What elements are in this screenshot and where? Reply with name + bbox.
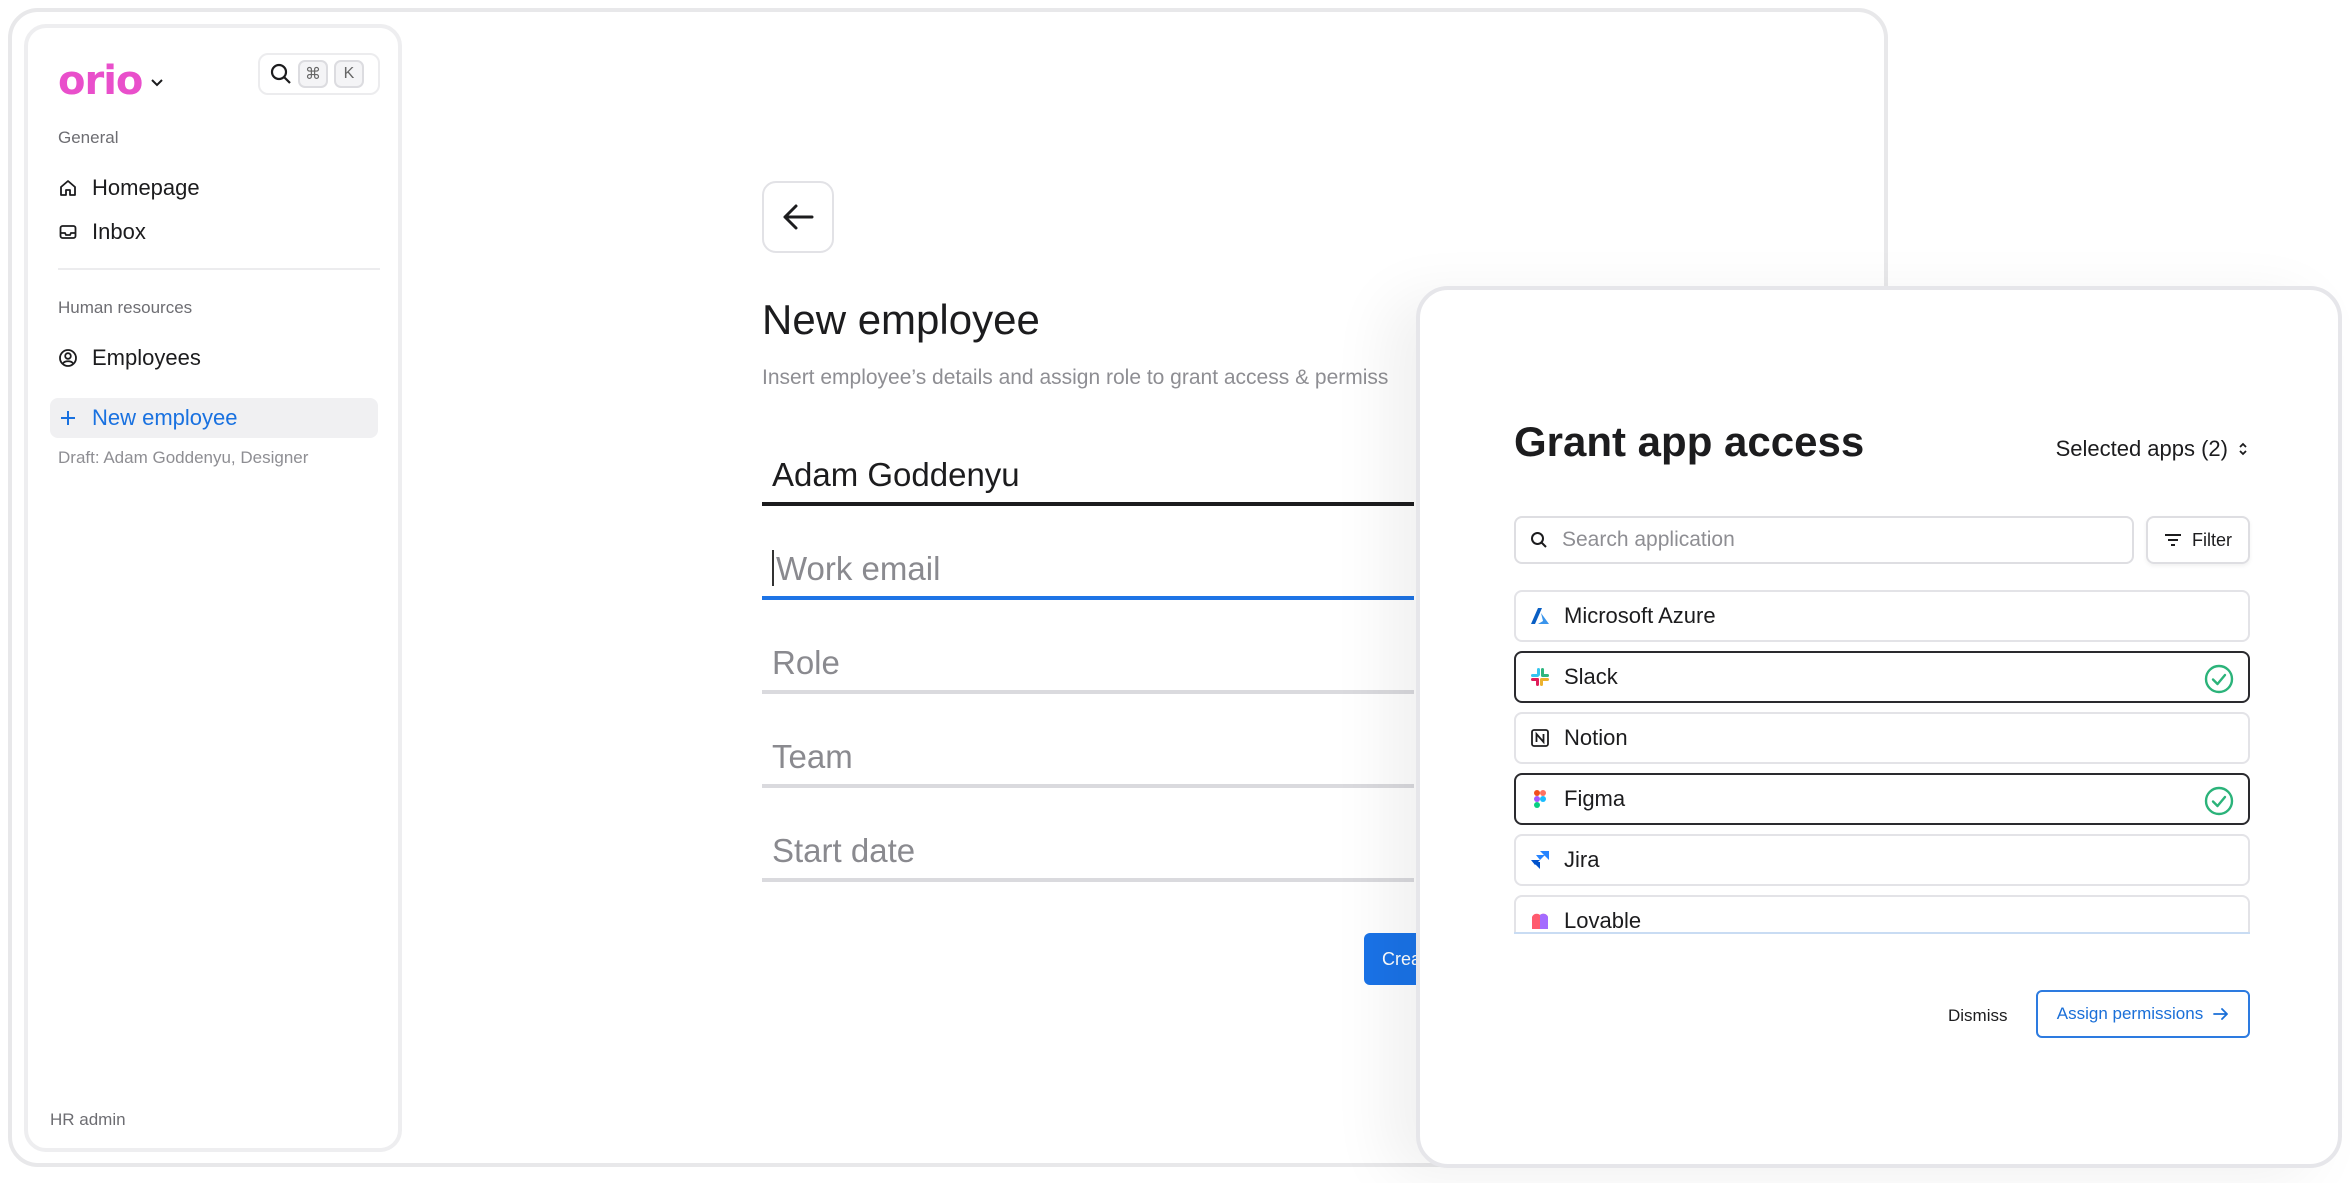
page-subtitle: Insert employee’s details and assign rol… [762,366,1389,389]
app-logo: orio [58,58,143,104]
section-label-human-resources: Human resources [58,298,193,317]
shortcut-key-cmd: ⌘ [298,60,328,88]
sidebar-item-label: New employee [92,405,238,430]
check-circle-icon [2204,786,2234,816]
arrow-left-icon [783,204,814,230]
app-name: Figma [1564,786,1626,811]
app-search-placeholder: Search application [1562,528,1735,551]
work-email-field[interactable]: Work email [762,540,1414,600]
app-name: Lovable [1564,908,1642,933]
search-icon [270,63,291,84]
app-row-microsoft-azure[interactable]: Microsoft Azure [1514,590,2250,642]
grant-app-access-modal: Grant app access Selected apps (2) Searc… [1416,286,2342,1168]
team-placeholder: Team [772,738,853,775]
sidebar-item-employees[interactable]: Employees [50,338,378,378]
sidebar-divider [58,268,380,270]
modal-title: Grant app access [1514,418,1865,465]
sidebar-item-label: Employees [92,345,201,370]
section-label-general: General [58,128,119,147]
assign-permissions-label: Assign permissions [2056,1004,2204,1023]
role-placeholder: Role [772,644,840,681]
start-date-field[interactable]: Start date [762,822,1414,882]
sidebar-item-label: Homepage [92,175,200,200]
azure-icon [1530,606,1550,626]
filter-icon [2165,534,2181,546]
app-name: Slack [1564,664,1618,689]
check-circle-icon [2204,664,2234,694]
selected-apps-dropdown[interactable]: Selected apps (2) [2056,436,2248,462]
jira-icon [1530,850,1550,870]
shortcut-key-k: K [334,60,364,88]
search-button[interactable]: ⌘ K [258,53,380,95]
app-row-jira[interactable]: Jira [1514,834,2250,886]
app-name: Jira [1564,847,1600,872]
assign-permissions-button[interactable]: Assign permissions [2036,990,2250,1038]
app-row-lovable[interactable]: Lovable [1514,895,2250,933]
chevron-up-down-icon [2239,442,2247,456]
app-row-figma[interactable]: Figma [1514,773,2250,825]
selected-apps-label: Selected apps (2) [2055,436,2228,461]
inbox-icon [59,225,77,239]
app-list[interactable]: Microsoft Azure Slack Notion Figma Jira … [1514,590,2250,934]
dismiss-button[interactable]: Dismiss [1948,1006,2008,1026]
user-circle-icon [59,349,77,367]
name-field-value: Adam Goddenyu [772,456,1020,493]
chevron-down-icon [151,79,164,87]
notion-icon [1530,728,1550,748]
sidebar-item-inbox[interactable]: Inbox [50,212,378,252]
slack-icon [1530,667,1550,687]
plus-icon [61,411,75,425]
draft-label[interactable]: Draft: Adam Goddenyu, Designer [58,448,308,468]
app-name: Microsoft Azure [1564,603,1716,628]
workspace-switcher[interactable]: orio [58,58,164,104]
text-caret [772,550,774,586]
app-row-notion[interactable]: Notion [1514,712,2250,764]
figma-icon [1530,789,1550,809]
back-button[interactable] [762,181,834,253]
app-row-slack[interactable]: Slack [1514,651,2250,703]
sidebar-item-new-employee[interactable]: New employee [50,398,378,438]
start-date-placeholder: Start date [772,832,916,869]
user-role-label[interactable]: HR admin [50,1110,126,1130]
app-search-input[interactable]: Search application [1514,516,2134,564]
work-email-placeholder: Work email [776,550,941,587]
role-field[interactable]: Role [762,634,1414,694]
name-field[interactable]: Adam Goddenyu [762,446,1414,506]
filter-button[interactable]: Filter [2146,516,2250,564]
page-title: New employee [762,296,1040,343]
home-icon [60,180,76,196]
lovable-icon [1530,911,1550,931]
app-name: Notion [1564,725,1628,750]
team-field[interactable]: Team [762,728,1414,788]
filter-label: Filter [2192,529,2232,550]
search-icon [1531,532,1547,548]
sidebar-item-label: Inbox [92,219,146,244]
sidebar: orio ⌘ K General Homepage Inbox Human re… [24,24,402,1152]
arrow-right-icon [2213,1008,2229,1020]
sidebar-item-homepage[interactable]: Homepage [50,168,378,208]
